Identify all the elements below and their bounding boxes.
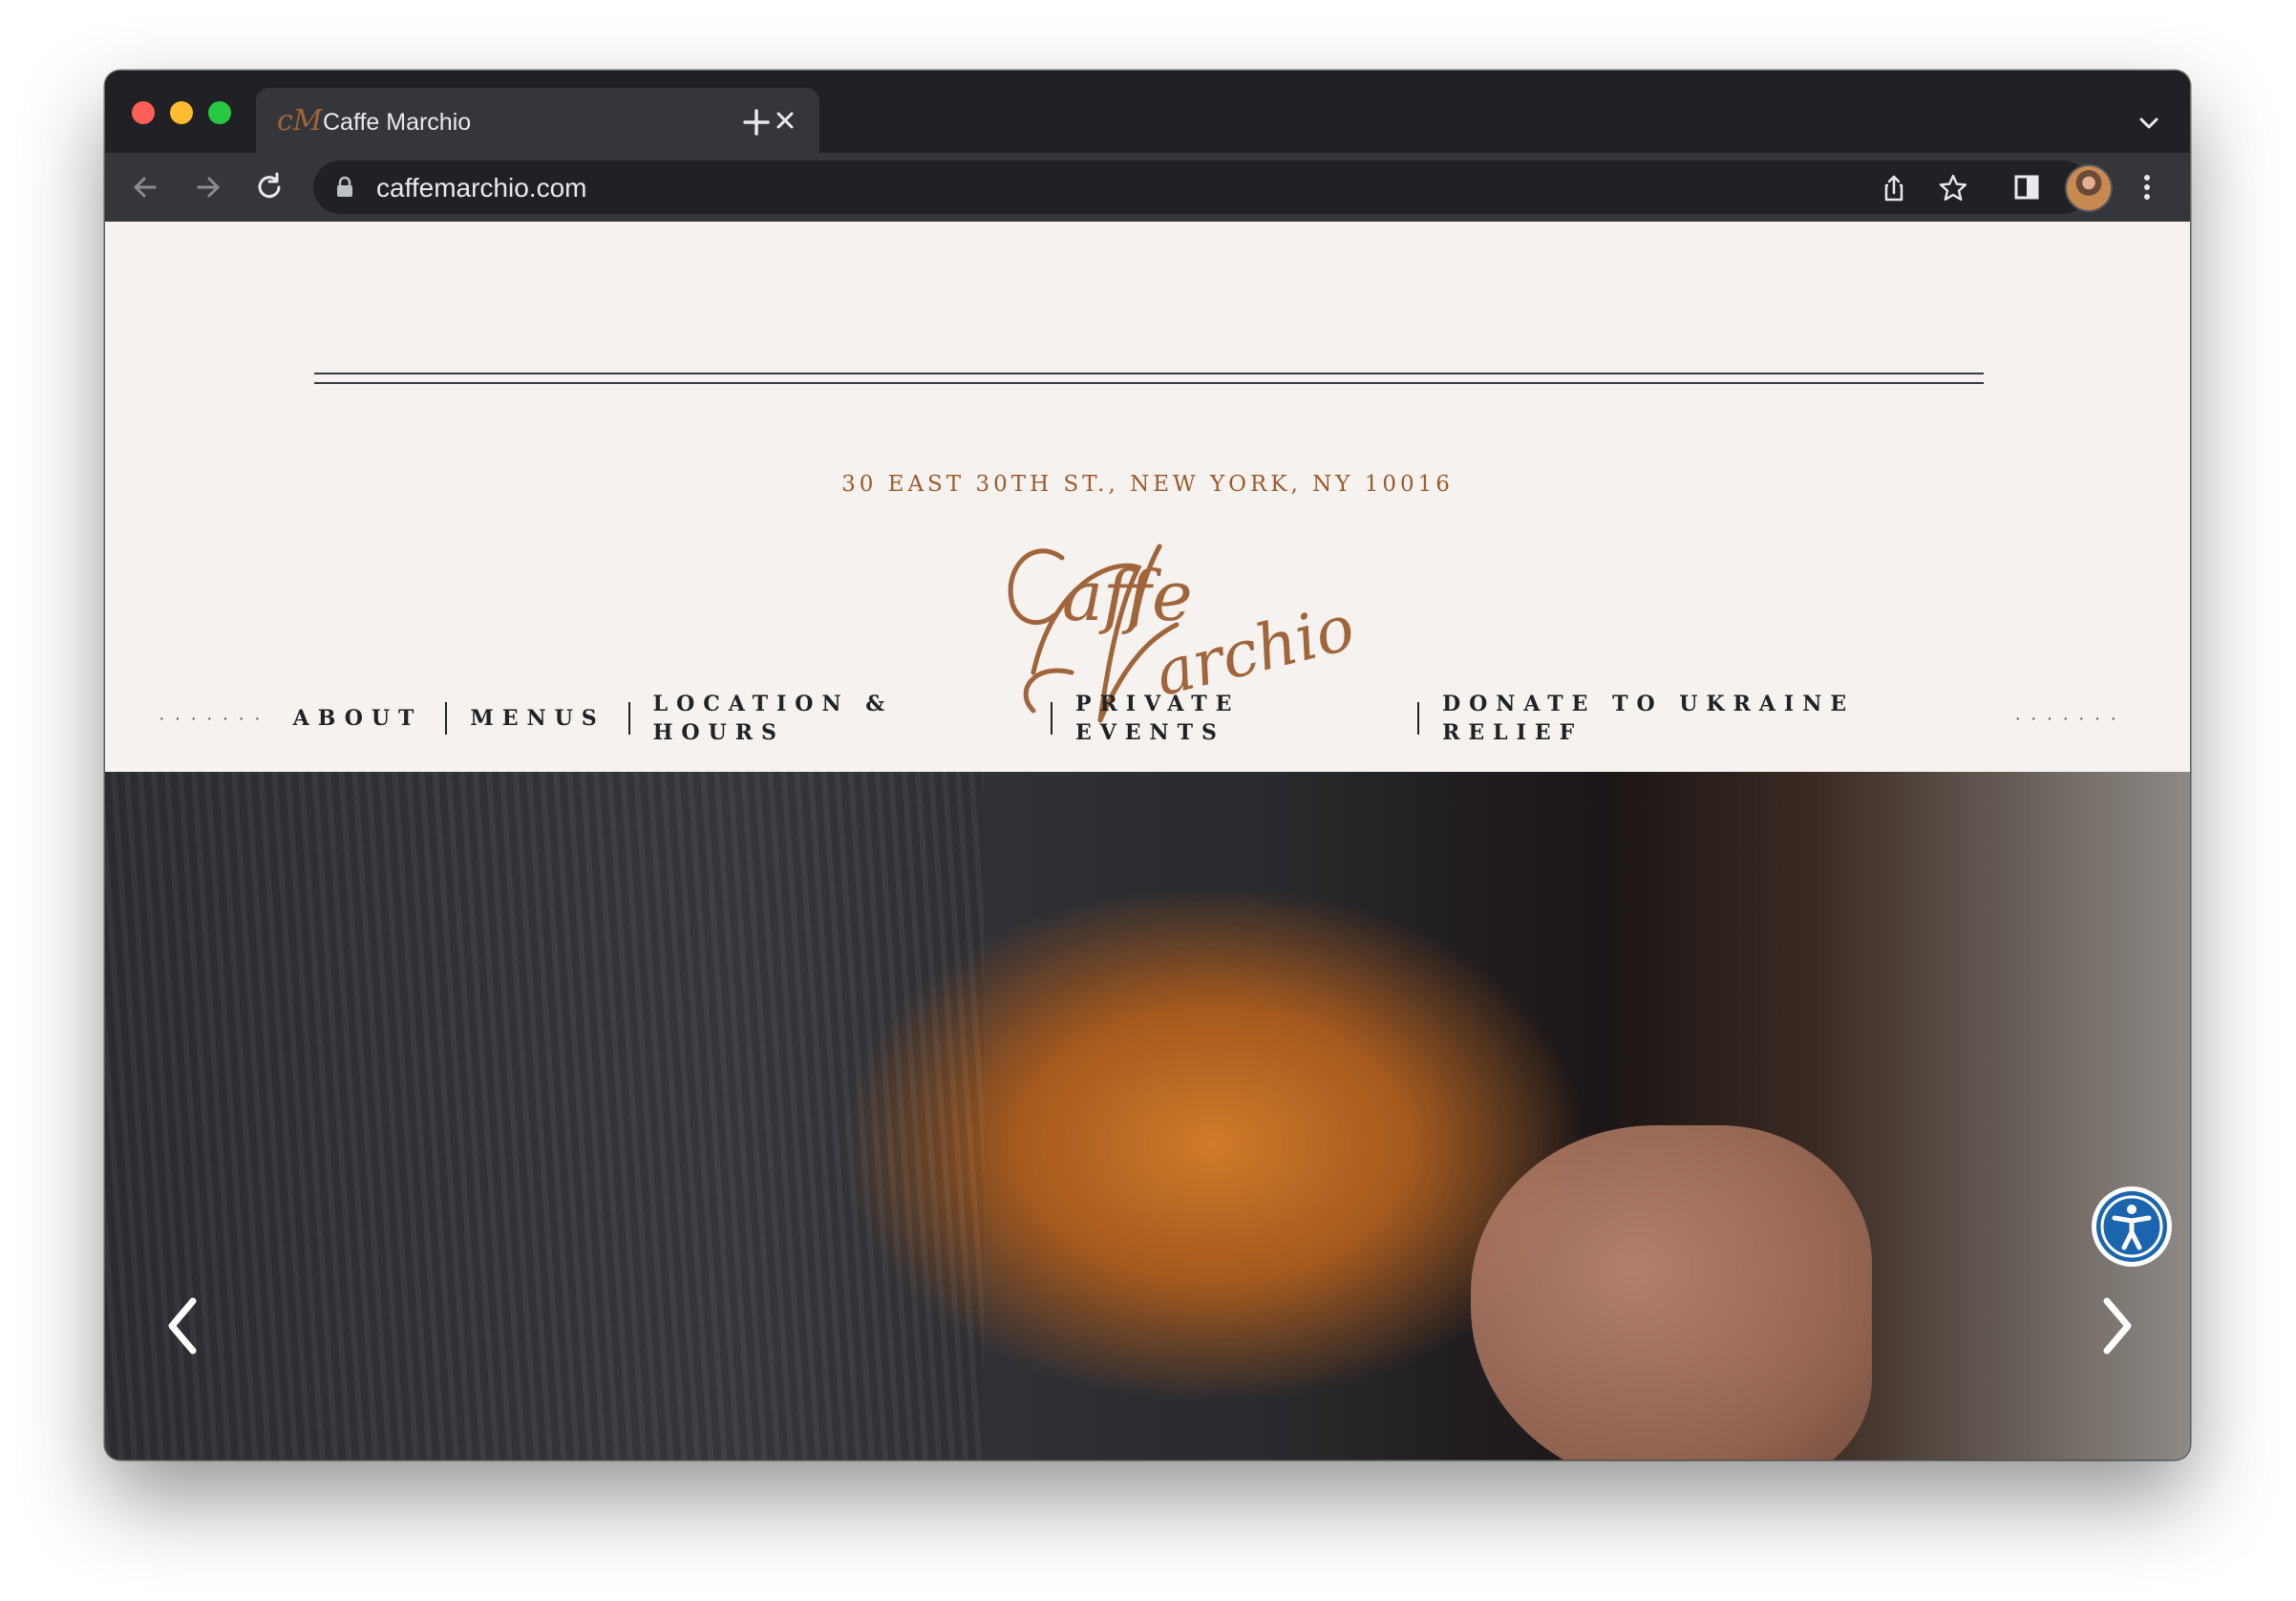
arrow-left-icon[interactable]	[126, 168, 164, 206]
chevron-right-icon[interactable]	[2088, 1288, 2145, 1364]
logo-word-caffe: affe	[1062, 556, 1193, 636]
nav-item-location-hours[interactable]: LOCATION & HOURS	[630, 690, 1051, 747]
tab-title: Caffe Marchio	[323, 109, 472, 136]
star-icon[interactable]	[1937, 172, 1969, 204]
plus-icon[interactable]	[737, 103, 776, 141]
header-divider	[314, 373, 1984, 374]
kebab-menu-icon[interactable]	[2128, 168, 2166, 206]
share-icon[interactable]	[1878, 172, 1910, 204]
nav-item-private-events[interactable]: PRIVATE EVENTS	[1052, 690, 1417, 747]
reload-icon[interactable]	[250, 168, 288, 206]
hero-hand-shape	[1471, 1125, 1872, 1460]
browser-window: cM Caffe Marchio caffemarchio.com 30 EAS…	[105, 71, 2190, 1460]
nav-item-donate-ukraine[interactable]: DONATE TO UKRAINE RELIEF	[1419, 690, 2014, 747]
main-navigation: ······· ABOUT MENUS LOCATION & HOURS PRI…	[159, 692, 2126, 745]
nav-items: ABOUT MENUS LOCATION & HOURS PRIVATE EVE…	[270, 690, 2015, 747]
accessibility-icon[interactable]	[2090, 1185, 2174, 1269]
nav-item-menus[interactable]: MENUS	[447, 704, 627, 733]
address-bar[interactable]: caffemarchio.com	[313, 160, 2090, 214]
minimize-window-button[interactable]	[170, 101, 193, 124]
nav-dots-right: ·······	[2014, 708, 2126, 729]
close-window-button[interactable]	[132, 101, 155, 124]
header-divider	[314, 382, 1984, 384]
tab-strip: cM Caffe Marchio	[105, 71, 2190, 153]
arrow-right-icon[interactable]	[189, 168, 227, 206]
hero-slider-image	[105, 772, 2190, 1460]
restaurant-address: 30 EAST 30TH ST., NEW YORK, NY 10016	[841, 472, 1454, 497]
browser-tab[interactable]: cM Caffe Marchio	[256, 88, 819, 153]
web-page: 30 EAST 30TH ST., NEW YORK, NY 10016 aff…	[105, 222, 2190, 1460]
chevron-down-icon[interactable]	[2133, 107, 2165, 139]
maximize-window-button[interactable]	[208, 101, 231, 124]
lock-icon[interactable]	[334, 176, 355, 199]
site-favicon-icon: cM	[277, 104, 323, 138]
nav-item-about[interactable]: ABOUT	[270, 704, 446, 733]
nav-dots-left: ·······	[159, 708, 270, 729]
chevron-left-icon[interactable]	[155, 1288, 212, 1364]
profile-avatar[interactable]	[2065, 164, 2113, 212]
browser-toolbar: caffemarchio.com	[105, 153, 2190, 222]
hero-scarf-texture	[105, 772, 984, 1460]
side-panel-icon[interactable]	[2008, 168, 2046, 206]
url-text: caffemarchio.com	[376, 173, 587, 203]
